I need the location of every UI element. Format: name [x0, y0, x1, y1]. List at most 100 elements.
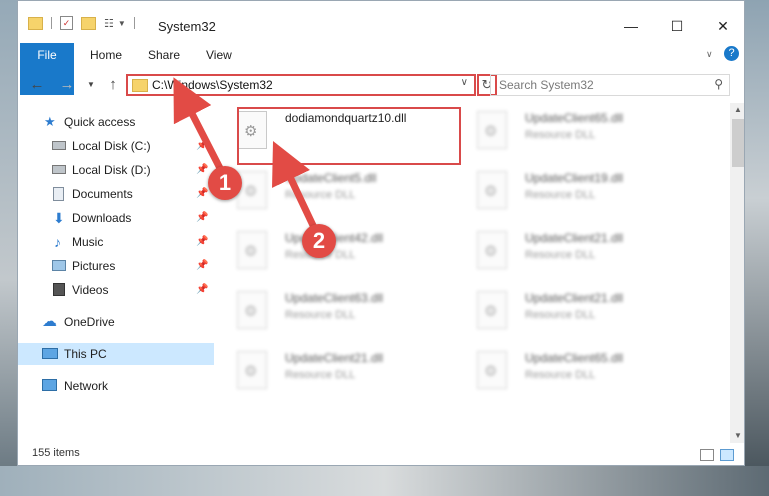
pin-icon[interactable]: 📌 [196, 159, 208, 181]
step-badge-1: 1 [208, 166, 242, 200]
list-item[interactable]: UpdateClient19.dll Resource DLL [455, 165, 687, 217]
tab-share[interactable]: Share [136, 43, 192, 67]
scrollbar-thumb[interactable] [732, 119, 744, 167]
forward-arrow-icon[interactable]: → [56, 74, 78, 96]
navigation-pane: ★ Quick access Local Disk (C:) 📌 Local D… [18, 105, 214, 445]
maximize-button[interactable]: ☐ [654, 12, 700, 40]
list-item[interactable]: UpdateClient65.dll Resource DLL [455, 105, 687, 157]
dll-file-icon [477, 351, 507, 389]
search-icon: ⚲ [714, 77, 723, 91]
pin-icon[interactable]: 📌 [196, 183, 208, 205]
address-bar[interactable]: C:\Windows\System32 ∨ [126, 74, 476, 96]
list-item[interactable]: UpdateClient21.dll Resource DLL [455, 285, 687, 337]
search-input[interactable]: Search System32 ⚲ [490, 74, 730, 96]
sidebar-item-label: Local Disk (C:) [72, 139, 151, 153]
pin-icon[interactable]: 📌 [196, 207, 208, 229]
quick-access-toolbar: ✓ ☷ ▼ [28, 16, 135, 30]
sidebar-item-label: Pictures [72, 259, 116, 273]
downloads-icon: ⬇ [53, 210, 65, 226]
network-icon [42, 379, 57, 391]
tab-home[interactable]: Home [78, 43, 134, 67]
file-name: UpdateClient65.dll [525, 111, 624, 125]
drive-icon [52, 141, 66, 150]
new-folder-icon[interactable] [81, 16, 96, 30]
sidebar-item-label: Music [72, 235, 104, 249]
dll-file-icon [237, 231, 267, 269]
pin-icon[interactable]: 📌 [196, 231, 208, 253]
sidebar-item-label: Local Disk (D:) [72, 163, 151, 177]
drive-icon [52, 165, 66, 174]
address-path: C:\Windows\System32 [152, 78, 273, 92]
separator [51, 17, 52, 29]
pictures-icon [52, 260, 66, 271]
details-view-icon[interactable] [700, 449, 714, 461]
dll-file-icon [477, 231, 507, 269]
sidebar-item-videos[interactable]: Videos 📌 [18, 279, 214, 301]
tab-view[interactable]: View [194, 43, 244, 67]
dll-file-icon [237, 171, 267, 209]
scroll-down-icon[interactable]: ▼ [730, 429, 744, 443]
dll-file-icon [477, 291, 507, 329]
list-item[interactable]: UpdateClient63.dll Resource DLL [215, 285, 447, 337]
status-bar: 155 items [18, 445, 744, 465]
sidebar-item-music[interactable]: ♪ Music 📌 [18, 231, 214, 253]
back-arrow-icon[interactable]: ← [26, 74, 48, 96]
step-badge-2: 2 [302, 224, 336, 258]
file-name: UpdateClient21.dll [525, 291, 624, 305]
file-explorer-window: ✓ ☷ ▼ System32 — ☐ ✕ File Home Share Vie… [17, 0, 745, 466]
folder-icon[interactable] [28, 16, 43, 30]
pin-icon[interactable]: 📌 [196, 135, 208, 157]
properties-icon[interactable]: ✓ [60, 16, 73, 30]
desktop-background-bottom [0, 466, 769, 496]
sidebar-item-this-pc[interactable]: This PC [18, 343, 214, 365]
computer-icon [42, 348, 58, 359]
desktop-background-right [745, 0, 769, 496]
scroll-up-icon[interactable]: ▲ [730, 103, 744, 117]
chevron-down-icon[interactable]: ∨ [461, 77, 468, 88]
file-type: Resource DLL [525, 129, 596, 141]
expand-ribbon-icon[interactable]: ∨ [706, 49, 713, 60]
dll-file-icon [237, 291, 267, 329]
list-item[interactable]: UpdateClient21.dll Resource DLL [455, 225, 687, 277]
list-item[interactable]: UpdateClient21.dll Resource DLL [215, 345, 447, 397]
recent-locations-icon[interactable]: ▼ [80, 74, 102, 96]
sidebar-item-quick-access[interactable]: ★ Quick access [18, 111, 214, 133]
sidebar-item-onedrive[interactable]: ☁ OneDrive [18, 311, 214, 333]
file-type: Resource DLL [525, 369, 596, 381]
search-placeholder: Search System32 [499, 78, 594, 92]
help-icon[interactable]: ? [724, 46, 739, 61]
folder-icon [132, 79, 148, 92]
up-arrow-icon[interactable]: ↑ [102, 74, 124, 96]
separator [133, 17, 135, 29]
file-type: Resource DLL [285, 369, 356, 381]
star-icon: ★ [44, 114, 56, 129]
videos-icon [53, 283, 65, 296]
pin-icon[interactable]: 📌 [196, 279, 208, 301]
sidebar-item-label: This PC [64, 347, 107, 361]
chevron-down-icon[interactable]: ▼ [118, 19, 126, 28]
customize-icon[interactable]: ☷ [104, 17, 114, 30]
music-icon: ♪ [54, 234, 61, 250]
documents-icon [53, 187, 64, 201]
sidebar-item-label: Downloads [72, 211, 132, 225]
large-icons-view-icon[interactable] [720, 449, 734, 461]
list-item[interactable]: UpdateClient65.dll Resource DLL [455, 345, 687, 397]
sidebar-item-label: Videos [72, 283, 109, 297]
window-title: System32 [158, 19, 216, 34]
list-item[interactable]: UpdateClient5.dll Resource DLL [215, 165, 447, 217]
sidebar-item-local-disk-c[interactable]: Local Disk (C:) 📌 [18, 135, 214, 157]
dll-file-icon [477, 171, 507, 209]
dll-file-icon [477, 111, 507, 149]
sidebar-item-label: Quick access [64, 115, 136, 129]
vertical-scrollbar[interactable]: ▲ ▼ [730, 103, 744, 443]
sidebar-item-downloads[interactable]: ⬇ Downloads 📌 [18, 207, 214, 229]
ribbon-tabs: File Home Share View ∨ ? [18, 43, 744, 95]
minimize-button[interactable]: — [608, 12, 654, 40]
close-button[interactable]: ✕ [700, 12, 744, 40]
pin-icon[interactable]: 📌 [196, 255, 208, 277]
sidebar-item-pictures[interactable]: Pictures 📌 [18, 255, 214, 277]
sidebar-item-network[interactable]: Network [18, 375, 214, 397]
file-type: Resource DLL [285, 189, 356, 201]
sidebar-item-local-disk-d[interactable]: Local Disk (D:) 📌 [18, 159, 214, 181]
sidebar-item-documents[interactable]: Documents 📌 [18, 183, 214, 205]
